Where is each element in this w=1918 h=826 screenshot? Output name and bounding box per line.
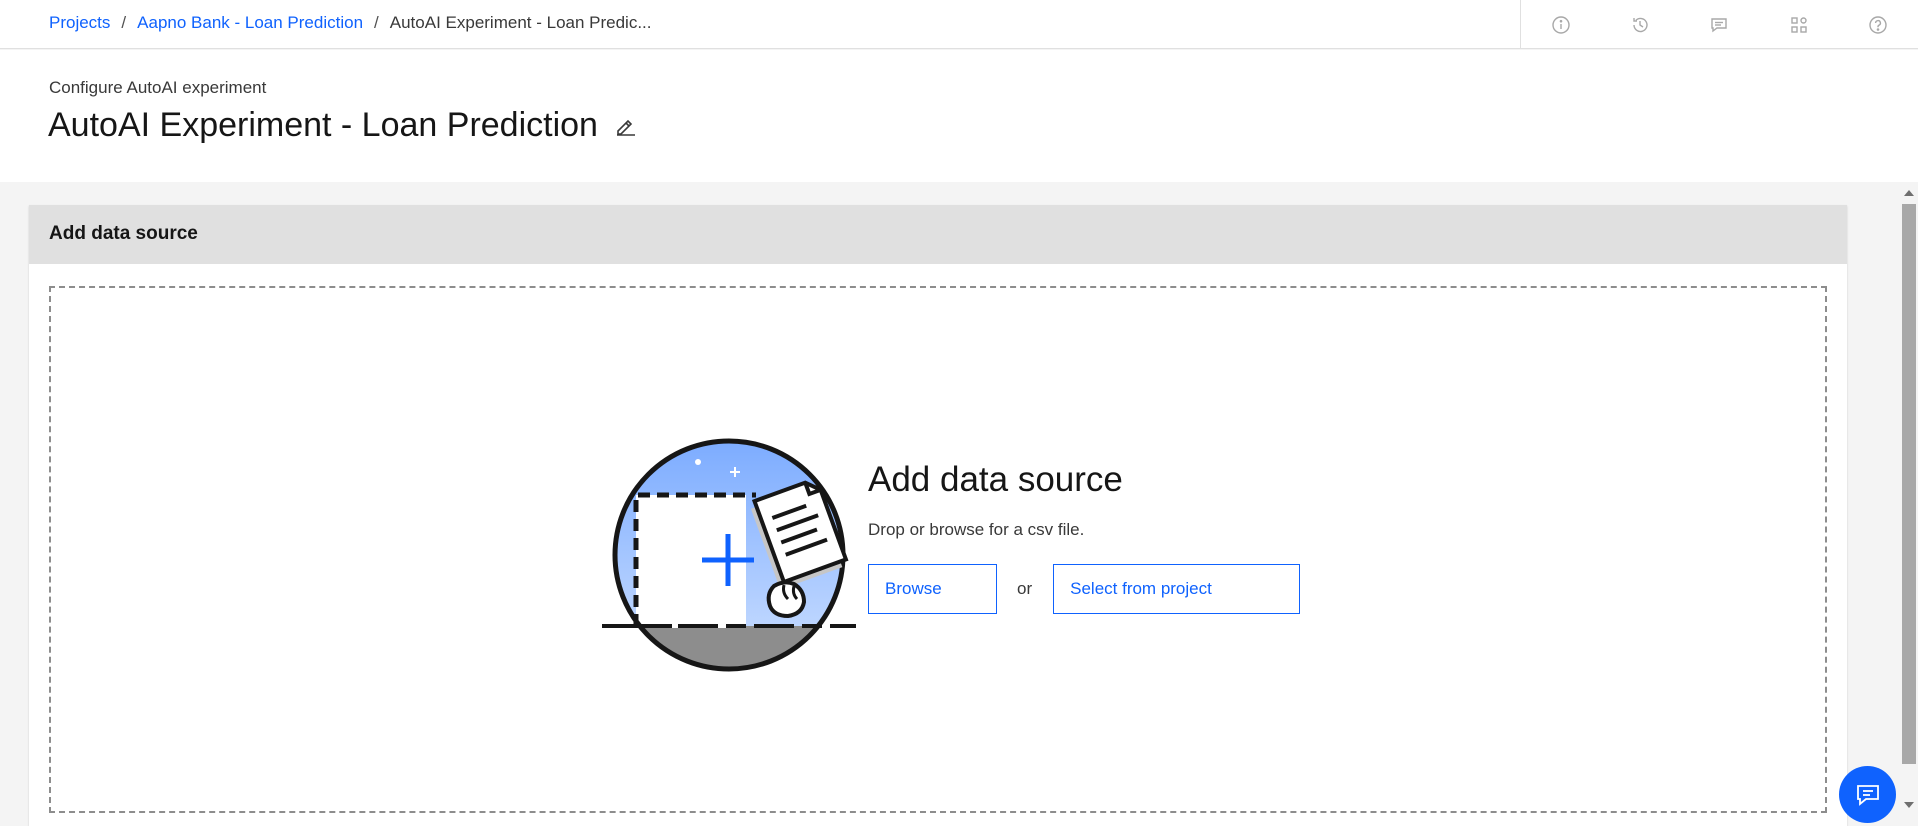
scroll-down-arrow-icon[interactable] [1904, 802, 1914, 808]
panel-header: Add data source [29, 205, 1847, 264]
breadcrumb-separator: / [121, 13, 127, 32]
page-header: Configure AutoAI experiment AutoAI Exper… [0, 50, 1918, 182]
breadcrumb: Projects / Aapno Bank - Loan Prediction … [49, 13, 652, 33]
add-data-actions: Browse or Select from project [868, 564, 1301, 614]
top-bar: Projects / Aapno Bank - Loan Prediction … [0, 0, 1918, 49]
info-icon[interactable] [1550, 14, 1572, 36]
add-data-title: Add data source [868, 460, 1123, 499]
vertical-scrollbar[interactable] [1899, 182, 1918, 826]
topbar-actions [1520, 0, 1918, 49]
comment-icon[interactable] [1708, 14, 1730, 36]
file-dropzone[interactable]: Add data source Drop or browse for a csv… [49, 286, 1827, 813]
page-title: AutoAI Experiment - Loan Prediction [48, 106, 598, 144]
help-icon[interactable] [1867, 14, 1889, 36]
add-data-description: Drop or browse for a csv file. [868, 520, 1085, 539]
page-subtitle: Configure AutoAI experiment [49, 78, 267, 97]
or-label: or [1017, 579, 1033, 598]
data-source-panel: Add data source Add data source Drop or … [29, 205, 1847, 826]
add-data-illustration [602, 438, 856, 672]
add-data-content: Add data source Drop or browse for a csv… [868, 460, 1301, 614]
scroll-up-arrow-icon[interactable] [1904, 190, 1914, 196]
apps-icon[interactable] [1788, 14, 1810, 36]
panel-title: Add data source [49, 223, 198, 244]
breadcrumb-link-project[interactable]: Aapno Bank - Loan Prediction [137, 13, 363, 33]
breadcrumb-link-projects[interactable]: Projects [49, 13, 110, 33]
chat-icon [1856, 784, 1879, 806]
scrollbar-thumb[interactable] [1902, 204, 1916, 764]
title-row: AutoAI Experiment - Loan Prediction [48, 106, 638, 145]
pencil-icon[interactable] [614, 114, 638, 138]
breadcrumb-current: AutoAI Experiment - Loan Predic... [389, 13, 652, 32]
breadcrumb-separator: / [374, 13, 379, 32]
select-from-project-button[interactable]: Select from project [1053, 564, 1301, 614]
chat-button[interactable] [1839, 766, 1896, 823]
history-icon[interactable] [1629, 14, 1651, 36]
browse-button[interactable]: Browse [868, 564, 997, 614]
